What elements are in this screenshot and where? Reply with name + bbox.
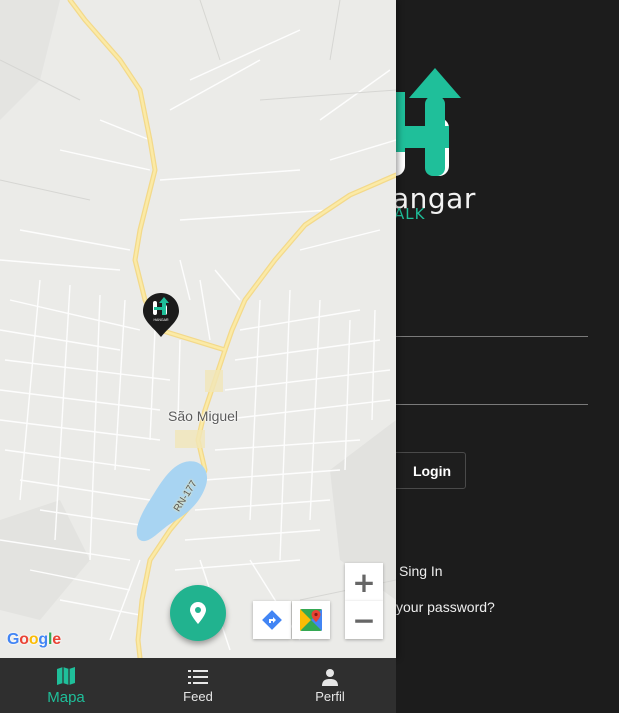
google-logo: Google [7,631,61,649]
map-canvas[interactable] [0,0,396,658]
list-icon [188,669,208,684]
person-icon [322,668,338,686]
add-location-button[interactable] [170,585,226,641]
open-in-maps-button[interactable] [292,601,330,639]
nav-item-mapa[interactable]: Mapa [0,658,132,713]
hangar-logo-icon [385,68,461,176]
map-icon [57,666,75,685]
pin-logo-text: HANGAR [154,318,169,322]
sign-in-link[interactable]: Sing In [399,563,443,579]
app-root: angar ALK Login Sing In your password? S… [0,0,619,713]
google-logo-letter: e [52,631,61,648]
nav-label: Mapa [47,688,85,706]
google-maps-icon [300,609,322,631]
location-pin-icon [190,602,206,624]
nav-item-perfil[interactable]: Perfil [264,658,396,713]
forgot-password-link[interactable]: your password? [396,599,495,615]
nav-label: Perfil [315,688,345,704]
username-field-underline[interactable] [380,336,588,337]
zoom-in-button[interactable]: + [345,563,383,601]
zoom-out-button[interactable]: − [345,601,383,639]
google-logo-letter: o [28,631,39,648]
directions-button[interactable] [253,601,291,639]
google-logo-letter: o [19,631,29,648]
directions-icon [262,610,282,630]
google-logo-letter: g [38,631,48,648]
password-field-underline[interactable] [380,404,588,405]
map-panel[interactable]: São Miguel RN-177 HANGAR Google + − [0,0,396,658]
google-logo-letter: G [7,631,20,648]
nav-item-feed[interactable]: Feed [132,658,264,713]
city-label: São Miguel [168,408,239,424]
logo-subtitle: ALK [394,205,426,223]
map-marker-icon[interactable]: HANGAR [142,292,180,338]
nav-label: Feed [183,688,213,704]
bottom-navigation: Mapa Feed Perfil [0,658,396,713]
